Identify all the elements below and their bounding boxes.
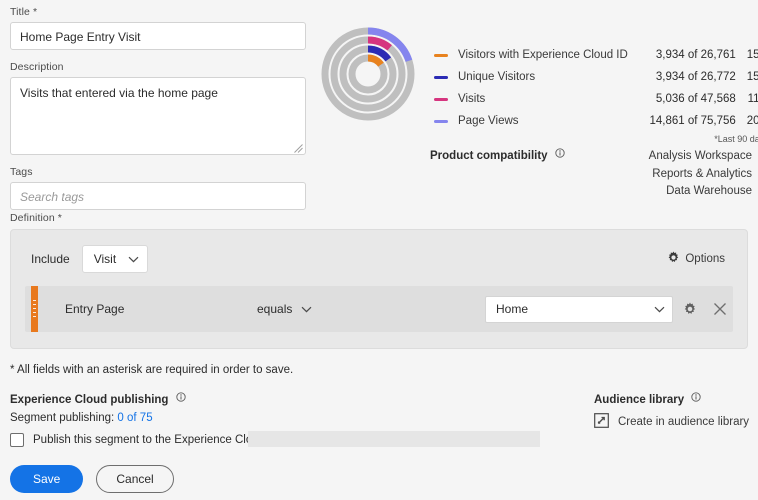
- legend-row: Visits 5,036 of 47,568 11%: [434, 88, 758, 110]
- definition-builder: Include Visit Options Entry Page equals …: [10, 229, 748, 349]
- chevron-down-icon: [301, 302, 312, 316]
- legend-label: Visitors with Experience Cloud ID: [458, 49, 628, 61]
- legend-label: Visits: [458, 93, 486, 105]
- rule-remove-button[interactable]: [707, 296, 733, 322]
- drag-handle[interactable]: [31, 286, 38, 332]
- rule-operator-value: equals: [257, 302, 293, 316]
- definition-rule-row: Entry Page equals Home: [25, 286, 733, 332]
- resize-handle-icon[interactable]: [294, 144, 303, 153]
- audience-library-section: Audience library Create in audience libr…: [594, 392, 754, 431]
- legend-percent: 15%: [746, 71, 758, 83]
- info-icon[interactable]: [691, 392, 701, 405]
- rule-value-text: Home: [496, 302, 529, 316]
- product-compatibility-title-wrap: Product compatibility: [430, 148, 565, 162]
- save-button[interactable]: Save: [10, 465, 84, 493]
- publish-checkbox-label: Publish this segment to the Experience C…: [33, 434, 273, 446]
- description-label: Description: [10, 61, 64, 73]
- info-icon[interactable]: [176, 392, 186, 405]
- required-fields-note: * All fields with an asterisk are requir…: [10, 364, 294, 376]
- create-in-audience-library-label: Create in audience library: [618, 416, 750, 428]
- legend-footnote: *Last 90 days: [714, 134, 758, 144]
- legend-label: Unique Visitors: [458, 71, 536, 83]
- tags-input[interactable]: Search tags: [10, 182, 306, 210]
- description-textarea[interactable]: Visits that entered via the home page: [10, 77, 306, 155]
- options-button[interactable]: Options: [667, 251, 733, 267]
- rule-value-select[interactable]: Home: [485, 295, 673, 323]
- product-compatibility-title: Product compatibility: [430, 150, 548, 162]
- rule-dimension[interactable]: Entry Page: [65, 302, 255, 316]
- legend-row: Unique Visitors 3,934 of 26,772 15%: [434, 66, 758, 88]
- container-select-value: Visit: [93, 252, 117, 266]
- title-field-group: Title * Home Page Entry Visit: [10, 6, 306, 50]
- audience-title-wrap: Audience library: [594, 392, 754, 406]
- include-label: Include: [31, 252, 70, 266]
- cancel-button[interactable]: Cancel: [96, 465, 174, 493]
- chevron-down-icon: [128, 252, 139, 266]
- rule-value-group: Home: [485, 295, 733, 323]
- compat-item: Data Warehouse: [666, 185, 752, 197]
- legend-percent: 15%: [746, 49, 758, 61]
- rule-settings-button[interactable]: [677, 296, 703, 322]
- chevron-down-icon: [654, 302, 665, 316]
- publishing-title: Experience Cloud publishing: [10, 394, 169, 406]
- segment-summary: Visitors with Experience Cloud ID 3,934 …: [320, 14, 758, 144]
- reach-legend: Visitors with Experience Cloud ID 3,934 …: [434, 14, 758, 144]
- segment-publishing-count[interactable]: 0 of 75: [117, 412, 152, 424]
- legend-percent: 20%: [746, 115, 758, 127]
- legend-row: Visitors with Experience Cloud ID 3,934 …: [434, 44, 758, 66]
- segment-metadata-form: Title * Home Page Entry Visit Descriptio…: [10, 6, 306, 221]
- legend-swatch-icon: [434, 97, 448, 101]
- legend-count: 3,934 of 26,761: [655, 49, 736, 61]
- description-field-group: Description Visits that entered via the …: [10, 61, 306, 155]
- options-label: Options: [685, 253, 725, 265]
- legend-swatch-icon: [434, 119, 448, 123]
- legend-count: 3,934 of 26,772: [655, 71, 736, 83]
- segment-builder-page: Title * Home Page Entry Visit Descriptio…: [0, 0, 758, 500]
- compat-item: Reports & Analytics: [652, 167, 752, 180]
- legend-count: 5,036 of 47,568: [655, 93, 736, 105]
- title-input[interactable]: Home Page Entry Visit: [10, 22, 306, 50]
- product-compatibility: Product compatibility Analysis Workspace…: [430, 148, 752, 201]
- definition-label: Definition *: [10, 212, 62, 224]
- tags-field-group: Tags Search tags: [10, 166, 306, 210]
- definition-header: Include Visit Options: [25, 244, 733, 274]
- drag-dots-icon: [33, 300, 36, 318]
- publish-checkbox[interactable]: [10, 433, 24, 447]
- tags-label: Tags: [10, 166, 33, 178]
- legend-label: Page Views: [458, 115, 519, 127]
- publishing-title-wrap: Experience Cloud publishing: [10, 392, 570, 406]
- product-compatibility-list: Analysis Workspace Reports & Analytics D…: [649, 148, 752, 201]
- definition-section: Definition * Include Visit Options Entry…: [10, 212, 748, 349]
- external-link-icon: [594, 413, 609, 431]
- legend-percent: 11%: [747, 93, 758, 105]
- legend-swatch-icon: [434, 53, 448, 57]
- form-actions: Save Cancel: [10, 465, 174, 493]
- legend-swatch-icon: [434, 75, 448, 79]
- title-label: Title *: [10, 6, 38, 18]
- create-in-audience-library-button[interactable]: Create in audience library: [594, 413, 754, 431]
- segment-publishing-label: Segment publishing:: [10, 412, 115, 424]
- legend-row: Page Views 14,861 of 75,756 20%: [434, 110, 758, 132]
- description-text: Visits that entered via the home page: [20, 86, 218, 100]
- reach-donut-chart: [320, 16, 416, 124]
- gear-icon: [667, 251, 680, 267]
- info-icon[interactable]: [555, 148, 565, 161]
- container-select[interactable]: Visit: [81, 245, 149, 273]
- rule-operator-select[interactable]: equals: [257, 302, 312, 316]
- redaction-overlay: [248, 431, 540, 447]
- legend-count: 14,861 of 75,756: [649, 115, 736, 127]
- audience-library-title: Audience library: [594, 394, 685, 406]
- segment-publishing-status: Segment publishing: 0 of 75: [10, 412, 570, 424]
- compat-item: Analysis Workspace: [648, 150, 752, 162]
